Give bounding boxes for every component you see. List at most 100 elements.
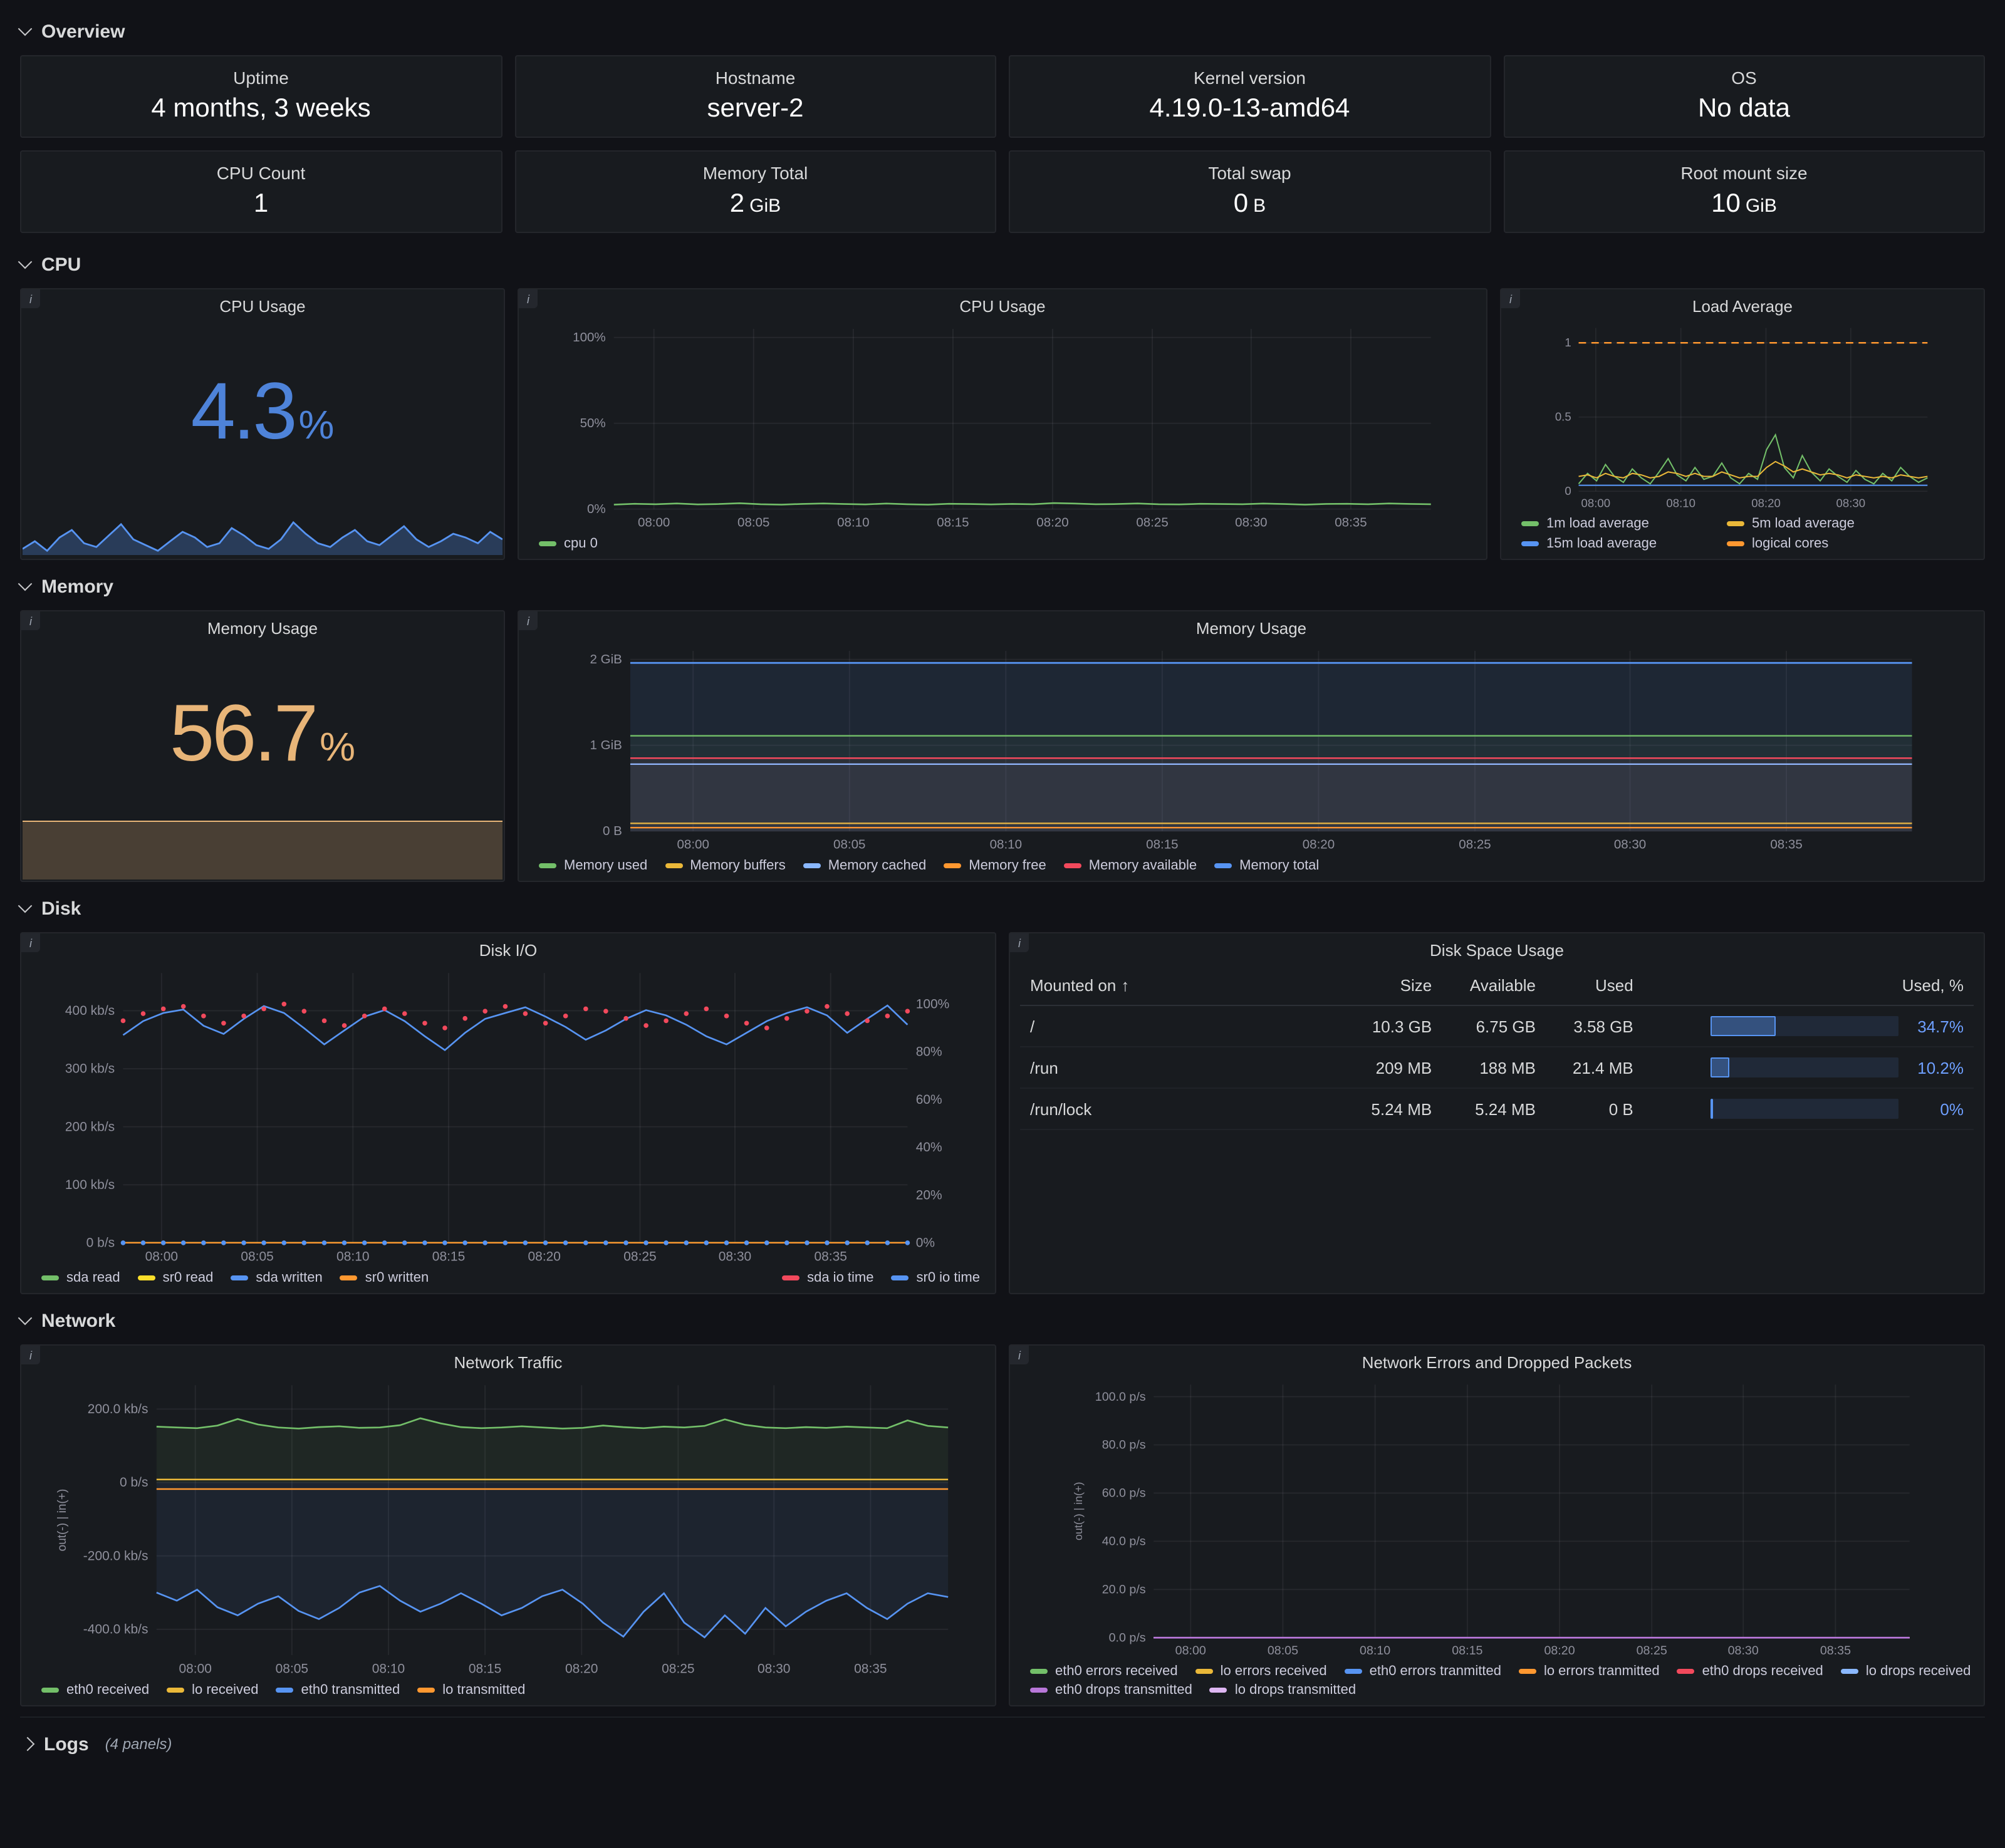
info-icon[interactable] bbox=[519, 611, 538, 630]
svg-text:0%: 0% bbox=[587, 502, 606, 516]
legend-label: Memory total bbox=[1239, 858, 1319, 873]
legend-item[interactable]: lo errors received bbox=[1195, 1664, 1327, 1679]
legend-item[interactable]: eth0 errors tranmitted bbox=[1345, 1664, 1501, 1679]
info-icon[interactable] bbox=[21, 289, 40, 308]
panel-title[interactable]: Network Traffic bbox=[31, 1346, 985, 1376]
info-icon[interactable] bbox=[1501, 289, 1520, 308]
panel-title[interactable]: Memory Usage bbox=[529, 611, 1974, 641]
legend-item[interactable]: sda io time bbox=[782, 1270, 873, 1285]
usage-bar-fill bbox=[1711, 1057, 1730, 1077]
info-icon[interactable] bbox=[1010, 933, 1029, 952]
legend-swatch-icon bbox=[1214, 863, 1232, 868]
legend-item[interactable]: sr0 written bbox=[340, 1270, 429, 1285]
section-header-disk[interactable]: Disk bbox=[20, 890, 1985, 927]
svg-text:08:25: 08:25 bbox=[662, 1661, 694, 1676]
svg-text:200 kb/s: 200 kb/s bbox=[65, 1119, 115, 1134]
legend-item[interactable]: Memory buffers bbox=[665, 858, 785, 873]
section-header-cpu[interactable]: CPU bbox=[20, 246, 1985, 283]
panel-title[interactable]: Disk Space Usage bbox=[1020, 933, 1974, 963]
legend-item[interactable]: sda written bbox=[231, 1270, 322, 1285]
panel-title[interactable]: CPU Usage bbox=[529, 289, 1476, 319]
column-header-used[interactable]: Used bbox=[1546, 966, 1643, 1005]
legend-item[interactable]: eth0 received bbox=[41, 1683, 149, 1698]
info-icon[interactable] bbox=[1010, 1346, 1029, 1364]
column-header-available[interactable]: Available bbox=[1442, 966, 1546, 1005]
legend-label: Memory buffers bbox=[690, 858, 785, 873]
column-header-used-pct[interactable]: Used, % bbox=[1643, 966, 1974, 1005]
panel-title[interactable]: Disk I/O bbox=[31, 933, 985, 963]
info-icon[interactable] bbox=[21, 611, 40, 630]
info-icon[interactable] bbox=[21, 1346, 40, 1364]
chevron-down-icon bbox=[18, 1311, 33, 1326]
legend-swatch-icon bbox=[539, 541, 556, 546]
legend-swatch-icon bbox=[782, 1275, 799, 1280]
legend-item[interactable]: lo drops transmitted bbox=[1210, 1683, 1356, 1698]
legend-item[interactable]: eth0 drops transmitted bbox=[1030, 1683, 1192, 1698]
sort-ascending-icon: ↑ bbox=[1121, 976, 1129, 995]
network-traffic-chart[interactable]: 200.0 kb/s0 b/s-200.0 kb/s-400.0 kb/s08:… bbox=[31, 1376, 985, 1679]
legend-label: sr0 written bbox=[365, 1270, 429, 1285]
stat-title: CPU Count bbox=[217, 163, 306, 183]
legend-item[interactable]: Memory available bbox=[1064, 858, 1197, 873]
legend-item[interactable]: sr0 read bbox=[138, 1270, 214, 1285]
legend-item[interactable]: sr0 io time bbox=[892, 1270, 981, 1285]
panel-load-average: Load Average 00.5108:0008:1008:2008:30 1… bbox=[1500, 288, 1985, 560]
svg-text:08:20: 08:20 bbox=[1036, 516, 1068, 530]
svg-text:08:10: 08:10 bbox=[336, 1249, 369, 1264]
legend-item[interactable]: eth0 drops received bbox=[1677, 1664, 1823, 1679]
legend-item[interactable]: 5m load average bbox=[1727, 516, 1971, 531]
panel-title[interactable]: Memory Usage bbox=[21, 611, 504, 641]
legend-item[interactable]: Memory total bbox=[1214, 858, 1319, 873]
column-header-size[interactable]: Size bbox=[1344, 966, 1442, 1005]
legend-item[interactable]: sda read bbox=[41, 1270, 120, 1285]
legend-swatch-icon bbox=[167, 1688, 184, 1693]
legend-item[interactable]: lo transmitted bbox=[417, 1683, 525, 1698]
chevron-down-icon bbox=[18, 577, 33, 591]
legend-item[interactable]: Memory used bbox=[539, 858, 647, 873]
legend-item[interactable]: Memory cached bbox=[803, 858, 927, 873]
section-header-network[interactable]: Network bbox=[20, 1302, 1985, 1339]
section-header-overview[interactable]: Overview bbox=[20, 13, 1985, 50]
memory-usage-chart[interactable]: 0 B1 GiB2 GiB08:0008:0508:1008:1508:2008… bbox=[529, 641, 1974, 854]
cpu-usage-legend: cpu 0 bbox=[529, 532, 1476, 554]
panel-disk-space-usage: Disk Space Usage Mounted on↑ Size Availa… bbox=[1009, 932, 1985, 1294]
panel-title[interactable]: CPU Usage bbox=[21, 289, 504, 319]
svg-text:08:35: 08:35 bbox=[1770, 838, 1802, 852]
used-pct-cell: 0% bbox=[1643, 1088, 1974, 1129]
svg-text:08:15: 08:15 bbox=[469, 1661, 501, 1676]
legend-item[interactable]: cpu 0 bbox=[539, 536, 598, 551]
network-errors-chart[interactable]: 0.0 p/s20.0 p/s40.0 p/s60.0 p/s80.0 p/s1… bbox=[1020, 1376, 1974, 1660]
legend-swatch-icon bbox=[1210, 1688, 1227, 1693]
info-icon[interactable] bbox=[519, 289, 538, 308]
section-header-memory[interactable]: Memory bbox=[20, 568, 1985, 605]
stat-panel-cpu-count: CPU Count 1 bbox=[20, 150, 502, 233]
disk-io-chart[interactable]: 0 b/s100 kb/s200 kb/s300 kb/s400 kb/s0%2… bbox=[31, 963, 985, 1267]
legend-item[interactable]: 15m load average bbox=[1521, 536, 1709, 551]
legend-item[interactable]: eth0 transmitted bbox=[276, 1683, 400, 1698]
section-header-logs[interactable]: Logs (4 panels) bbox=[20, 1716, 1985, 1763]
memory-usage-legend: Memory used Memory buffers Memory cached Me… bbox=[529, 854, 1974, 876]
column-header-mounted-on[interactable]: Mounted on↑ bbox=[1020, 966, 1344, 1005]
legend-label: Memory free bbox=[969, 858, 1046, 873]
svg-text:08:05: 08:05 bbox=[833, 838, 865, 852]
panel-title[interactable]: Network Errors and Dropped Packets bbox=[1020, 1346, 1974, 1376]
svg-text:08:15: 08:15 bbox=[1452, 1644, 1482, 1658]
svg-text:08:10: 08:10 bbox=[1360, 1644, 1390, 1658]
panel-title[interactable]: Load Average bbox=[1511, 289, 1974, 319]
legend-item[interactable]: logical cores bbox=[1727, 536, 1971, 551]
legend-item[interactable]: eth0 errors received bbox=[1030, 1664, 1178, 1679]
cpu-usage-chart[interactable]: 0%50%100%08:0008:0508:1008:1508:2008:250… bbox=[529, 319, 1476, 532]
legend-item[interactable]: 1m load average bbox=[1521, 516, 1709, 531]
legend-item[interactable]: Memory free bbox=[944, 858, 1046, 873]
svg-text:08:10: 08:10 bbox=[837, 516, 869, 530]
load-average-chart[interactable]: 00.5108:0008:1008:2008:30 bbox=[1511, 319, 1974, 512]
svg-text:08:35: 08:35 bbox=[1335, 516, 1367, 530]
legend-label: Memory available bbox=[1089, 858, 1197, 873]
legend-item[interactable]: lo errors tranmitted bbox=[1519, 1664, 1660, 1679]
info-icon[interactable] bbox=[21, 933, 40, 952]
legend-swatch-icon bbox=[1345, 1669, 1362, 1674]
svg-text:2 GiB: 2 GiB bbox=[590, 652, 622, 667]
legend-label: lo errors tranmitted bbox=[1544, 1664, 1660, 1679]
legend-item[interactable]: lo received bbox=[167, 1683, 258, 1698]
legend-item[interactable]: lo drops received bbox=[1841, 1664, 1971, 1679]
